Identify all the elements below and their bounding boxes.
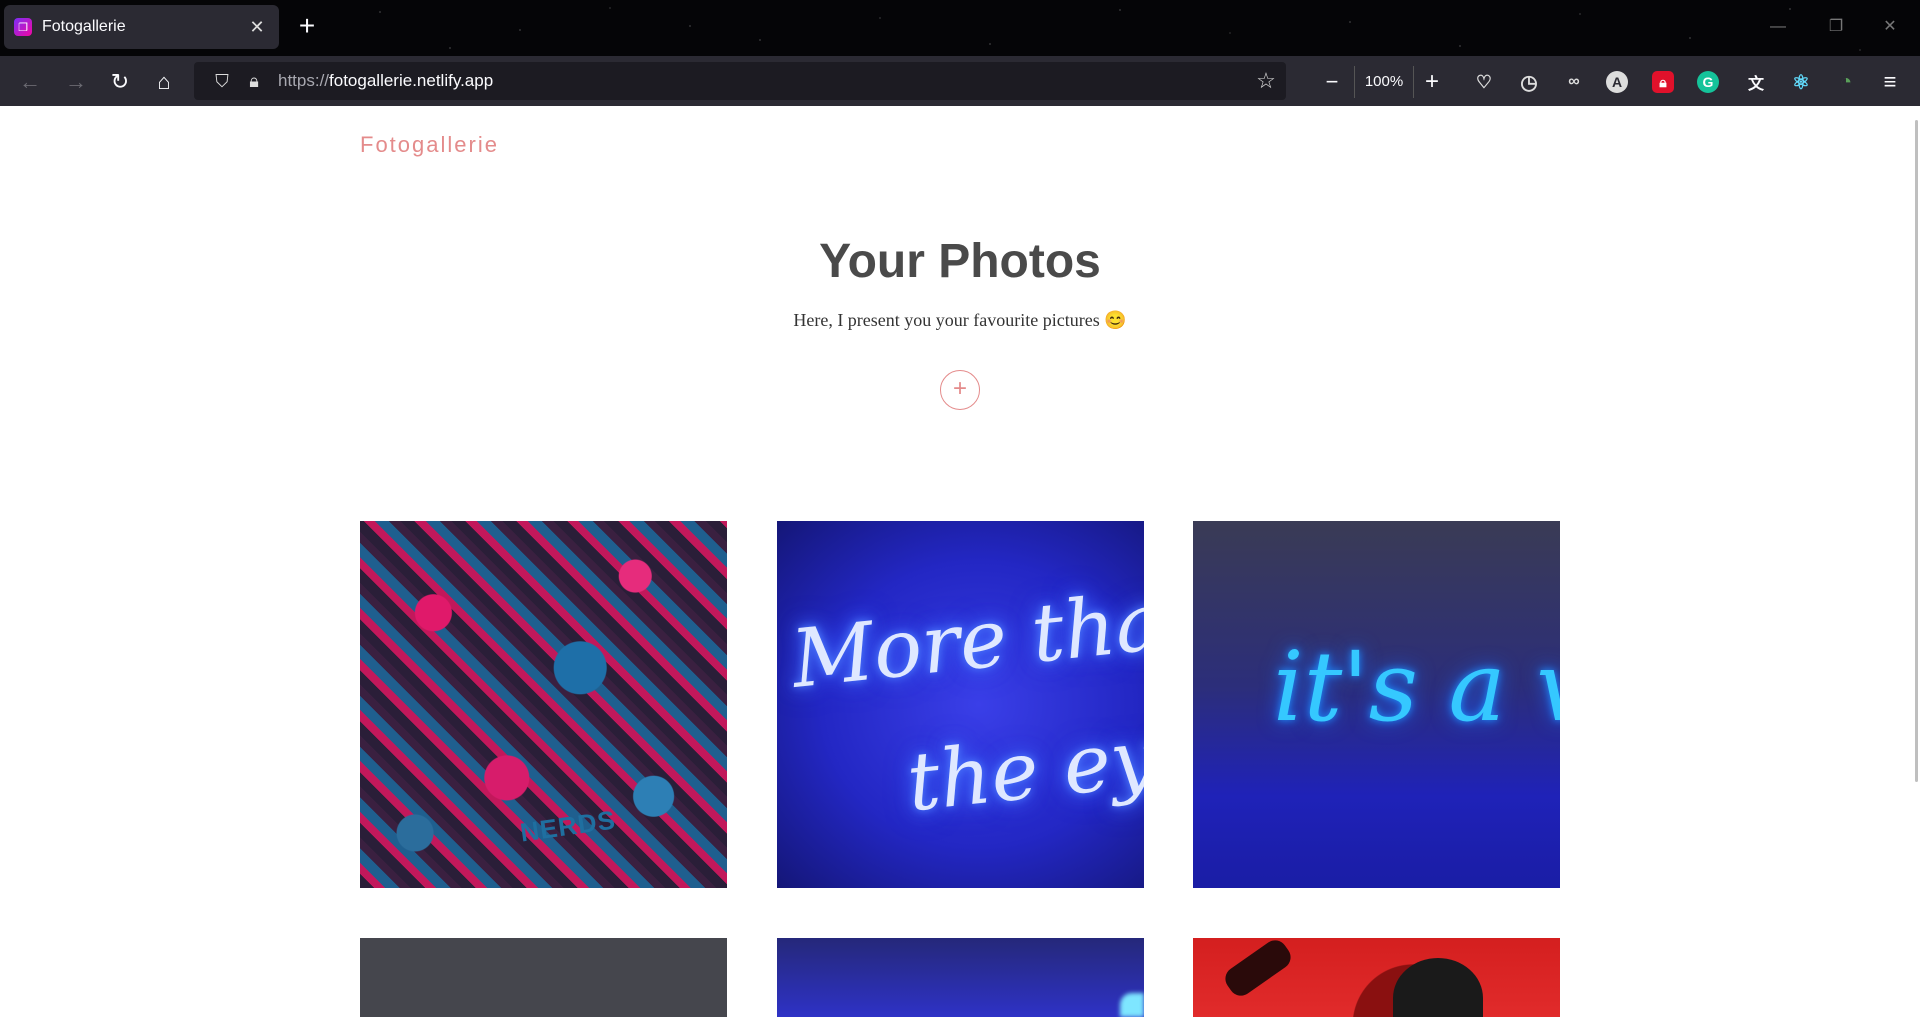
tab-bar-background (0, 0, 1920, 56)
zoom-out-button[interactable]: − (1316, 66, 1348, 98)
incognito-icon[interactable]: ∞ (1560, 68, 1588, 96)
browser-toolbar: ← → ↻ ⌂ ⛉ 🔒︎ https://fotogallerie.netlif… (0, 56, 1920, 106)
react-devtools-icon[interactable]: ⚛ (1787, 68, 1815, 96)
menu-hamburger-icon[interactable]: ≡ (1874, 66, 1906, 98)
photo-neon-text: it's a vi (1273, 631, 1560, 743)
new-tab-button[interactable]: + (292, 12, 322, 42)
address-bar[interactable]: ⛉ 🔒︎ https://fotogallerie.netlify.app ☆ (194, 62, 1286, 100)
photo-card[interactable] (777, 938, 1144, 1017)
bookmark-star-icon[interactable]: ☆ (1246, 68, 1286, 94)
grammarly-icon[interactable]: G (1697, 71, 1719, 93)
photo-neon-text: the eye (902, 705, 1144, 830)
page-subtitle: Here, I present you your favourite pictu… (793, 310, 1127, 330)
page-title: Your Photos (819, 235, 1101, 288)
translate-icon[interactable]: 文 (1742, 68, 1770, 96)
browser-tab-bar: ❐ Fotogallerie ✕ + — ❐ ✕ (0, 0, 1920, 56)
add-photo-button[interactable]: + (940, 370, 980, 410)
home-icon[interactable]: ⌂ (148, 66, 180, 98)
url-text[interactable]: https://fotogallerie.netlify.app (278, 71, 1246, 91)
photo-neon-text: More than (787, 569, 1144, 706)
url-protocol: https:// (278, 71, 330, 90)
photo-card[interactable] (1193, 938, 1560, 1017)
reload-icon[interactable]: ↻ (104, 66, 136, 98)
clock-extension-icon[interactable]: ◔ (1832, 68, 1860, 96)
url-host: fotogallerie.netlify.app (329, 71, 494, 90)
close-window-button[interactable]: ✕ (1870, 12, 1910, 42)
forward-arrow-icon[interactable]: → (60, 66, 92, 98)
photo-text: NERDS (518, 804, 618, 848)
lock-extension-icon[interactable]: 🔒︎ (1652, 71, 1674, 93)
back-arrow-icon[interactable]: ← (14, 66, 46, 98)
history-icon[interactable]: ◷ (1515, 68, 1543, 96)
photo-card[interactable]: NERDS (360, 521, 727, 888)
zoom-in-button[interactable]: + (1416, 66, 1448, 98)
close-tab-icon[interactable]: ✕ (245, 17, 269, 38)
photo-card[interactable]: it's a vi (1193, 521, 1560, 888)
tab-title: Fotogallerie (42, 18, 126, 35)
lock-icon[interactable]: 🔒︎ (238, 71, 270, 92)
photo-card[interactable]: More than the eye (777, 521, 1144, 888)
site-favicon-icon: ❐ (14, 18, 32, 36)
photo-card[interactable] (360, 938, 727, 1017)
pocket-icon[interactable]: ♡ (1470, 68, 1498, 96)
zoom-level[interactable]: 100% (1354, 66, 1414, 98)
tracking-protection-shield-icon[interactable]: ⛉ (206, 71, 238, 92)
brand-logo-text[interactable]: Fotogallerie (360, 132, 499, 158)
account-A-icon[interactable]: A (1606, 71, 1628, 93)
minimize-window-button[interactable]: — (1758, 12, 1798, 42)
restore-window-button[interactable]: ❐ (1816, 12, 1856, 42)
page-scrollbar[interactable] (1915, 120, 1918, 782)
page-content: Fotogallerie Your Photos Here, I present… (0, 106, 1920, 1017)
browser-tab[interactable]: ❐ Fotogallerie ✕ (4, 5, 279, 49)
